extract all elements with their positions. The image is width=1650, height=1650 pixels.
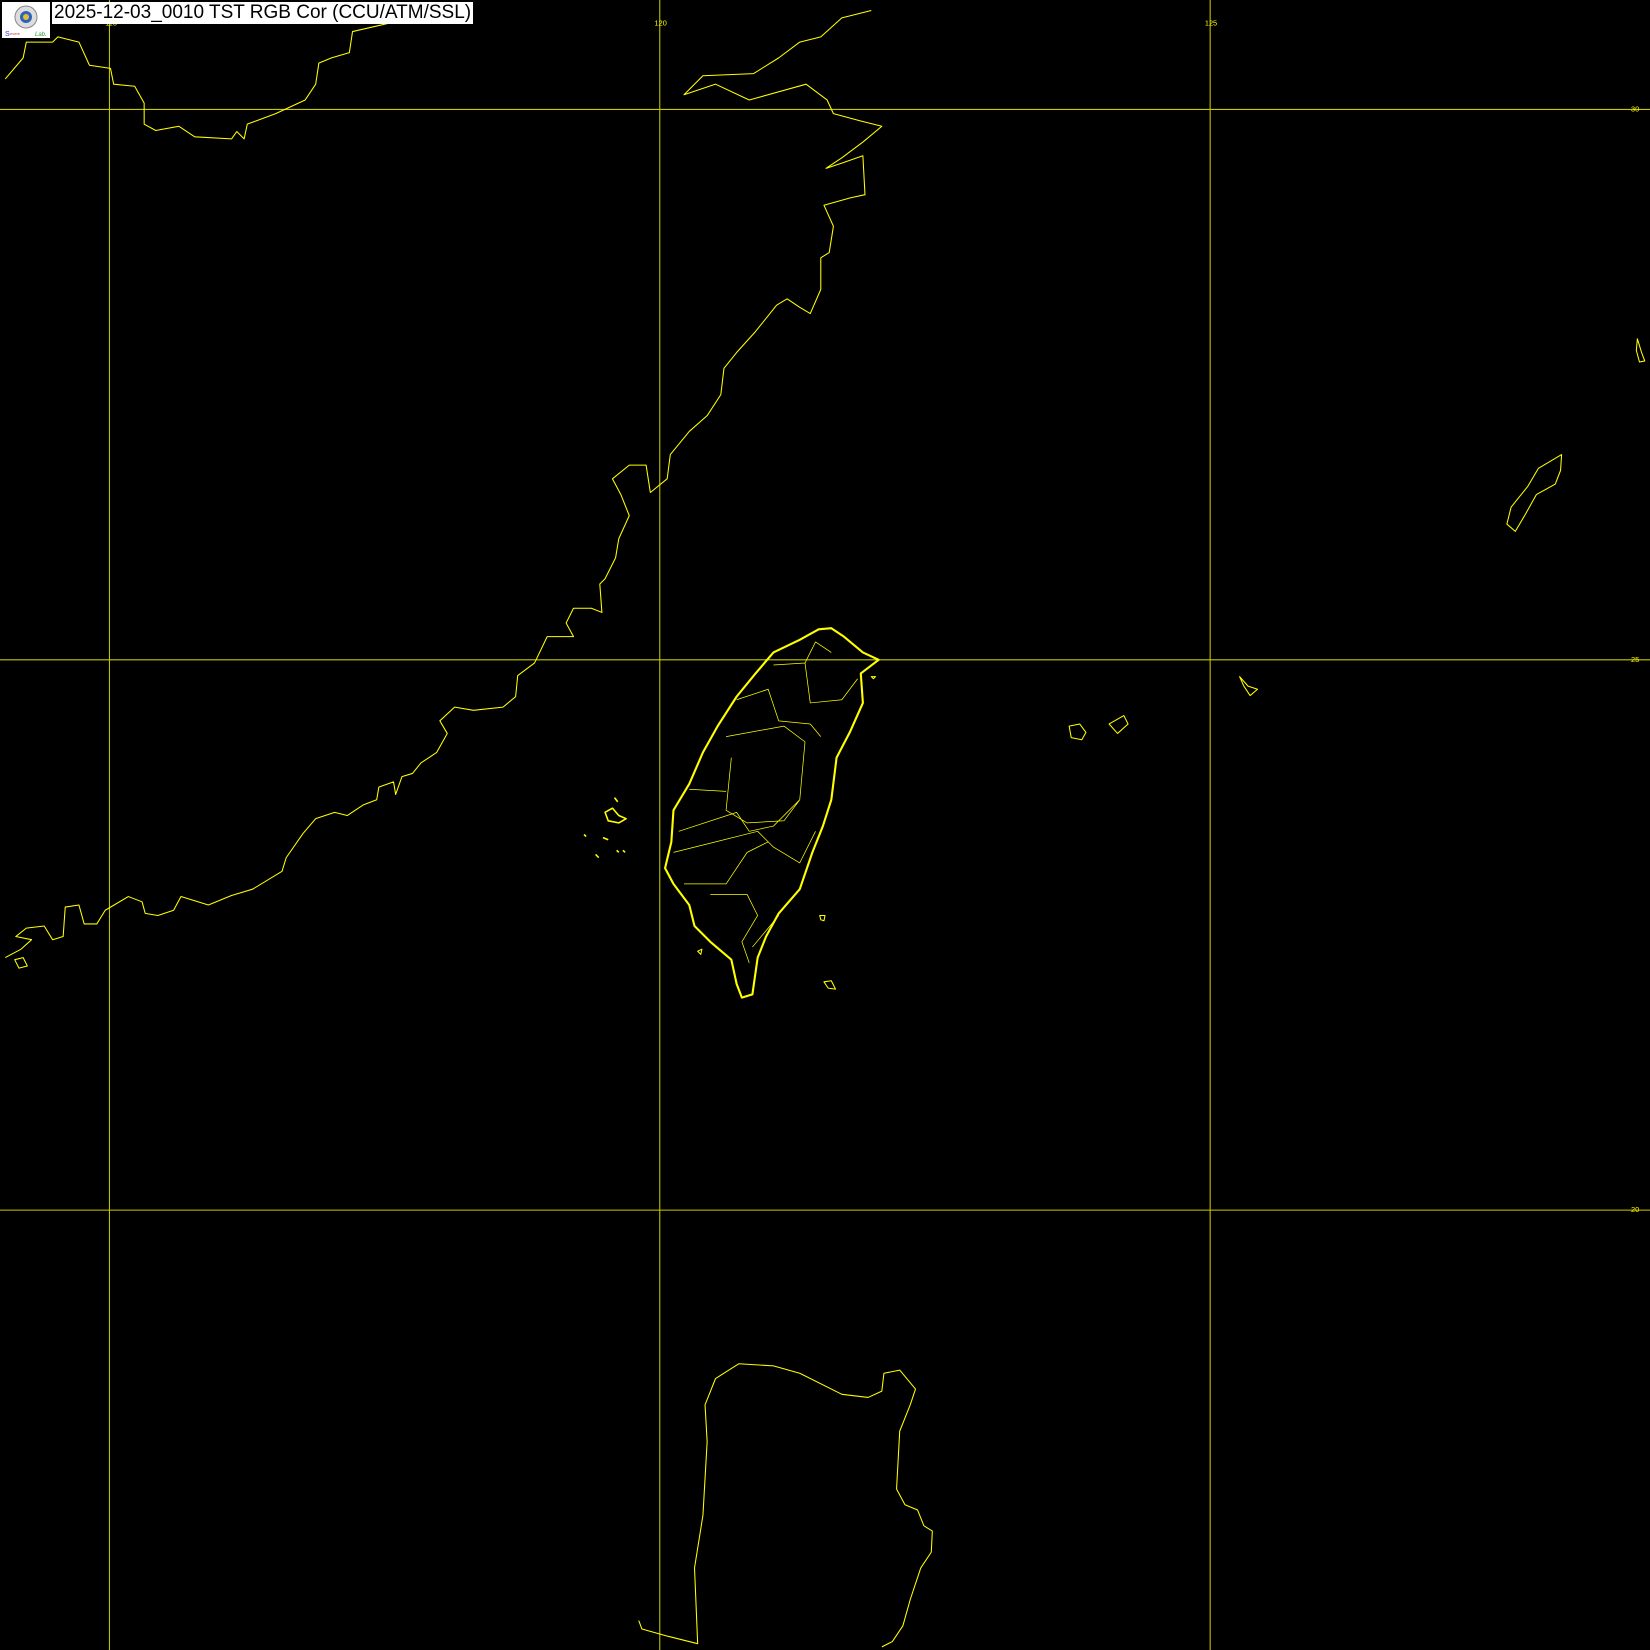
island-keelung [870, 676, 877, 680]
lat-label-30: 30 [1631, 105, 1639, 114]
island-small-west [14, 957, 28, 969]
lat-label-20: 20 [1631, 1205, 1639, 1214]
penghu-islands [583, 797, 627, 859]
island-green [697, 948, 703, 955]
lon-label-120: 120 [655, 18, 667, 27]
island-miyako [1239, 676, 1259, 697]
lab-logo: S evere Lab. [2, 2, 50, 38]
image-title: 2025-12-03_0010 TST RGB Cor (CCU/ATM/SSL… [52, 2, 474, 24]
island-lanyu-b [823, 980, 837, 990]
lat-label-25: 25 [1631, 655, 1639, 664]
luzon-coast [638, 1363, 933, 1648]
coastlines [4, 10, 1646, 1648]
svg-text:Lab.: Lab. [35, 32, 47, 38]
island-iriomote [1108, 715, 1129, 734]
seal-icon: S evere Lab. [5, 5, 47, 38]
island-okinawa [1506, 454, 1563, 532]
taiwan-coast [663, 627, 880, 999]
lon-label-125: 125 [1205, 18, 1217, 27]
graticule [0, 0, 1650, 1650]
satellite-map: 115 120 125 30 25 20 S evere Lab. 2025-1… [0, 0, 1650, 1650]
island-east [1635, 338, 1646, 363]
china-coast-main [5, 10, 883, 959]
map-canvas: 115 120 125 30 25 20 [0, 0, 1650, 1650]
svg-text:evere: evere [10, 31, 21, 36]
island-lanyu-a [819, 914, 826, 922]
china-coast-north [4, 22, 390, 140]
island-yonaguni [1068, 723, 1087, 741]
